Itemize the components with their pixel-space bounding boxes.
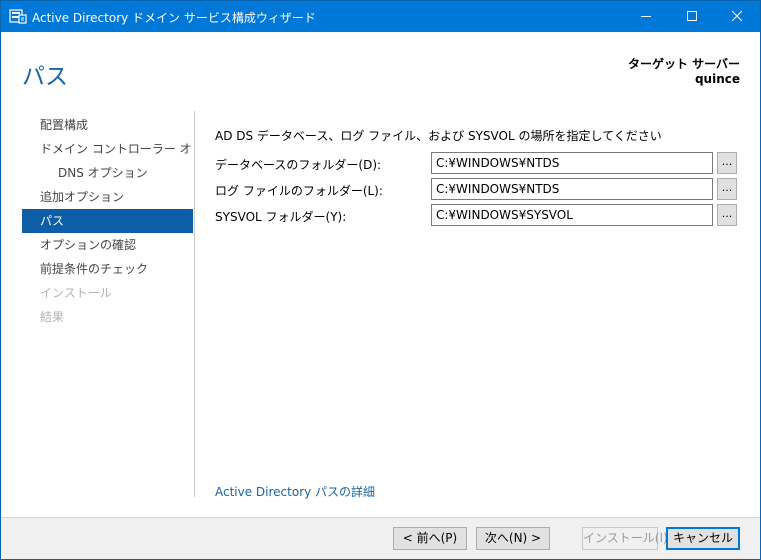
database-folder-input[interactable] (431, 152, 713, 174)
minimize-button[interactable] (623, 1, 669, 32)
nav-item-dns-options[interactable]: DNS オプション (22, 161, 193, 185)
nav-item-prerequisites-check[interactable]: 前提条件のチェック (22, 257, 193, 281)
sysvol-folder-browse-button[interactable]: ... (717, 204, 737, 226)
title-bar[interactable]: Active Directory ドメイン サービス構成ウィザード (1, 1, 760, 32)
log-folder-label: ログ ファイルのフォルダー(L): (215, 184, 383, 198)
log-folder-browse-button[interactable]: ... (717, 178, 737, 200)
wizard-step-nav: 配置構成 ドメイン コントローラー オプシ... DNS オプション 追加オプシ… (22, 113, 193, 329)
nav-item-results: 結果 (40, 310, 65, 324)
nav-item-paths[interactable]: パス (22, 209, 193, 233)
sysvol-folder-input[interactable] (431, 204, 713, 226)
log-folder-input[interactable] (431, 178, 713, 200)
nav-item-additional-options[interactable]: 追加オプション (22, 185, 193, 209)
install-button: インストール(I) (582, 527, 668, 550)
sysvol-folder-label: SYSVOL フォルダー(Y): (215, 210, 347, 224)
next-button[interactable]: 次へ(N) > (476, 527, 550, 550)
close-icon (732, 11, 742, 21)
paths-details-link[interactable]: Active Directory パスの詳細 (215, 483, 375, 500)
maximize-button[interactable] (669, 1, 715, 32)
target-server-label: ターゲット サーバー (627, 57, 740, 71)
nav-item-installation: インストール (40, 286, 112, 300)
target-server-name: quince (694, 72, 740, 86)
nav-divider (194, 111, 195, 497)
minimize-icon (641, 16, 651, 17)
instruction-text: AD DS データベース、ログ ファイル、および SYSVOL の場所を指定して… (215, 129, 662, 143)
previous-button[interactable]: < 前へ(P) (393, 527, 467, 550)
nav-item-dc-options[interactable]: ドメイン コントローラー オプシ... (22, 137, 193, 161)
wizard-window: Active Directory ドメイン サービス構成ウィザード パス ターゲ… (0, 0, 761, 560)
nav-item-deployment-configuration[interactable]: 配置構成 (22, 113, 193, 137)
cancel-button[interactable]: キャンセル (666, 527, 740, 550)
database-folder-label: データベースのフォルダー(D): (215, 158, 382, 172)
server-wizard-icon (9, 8, 27, 24)
nav-item-review-options[interactable]: オプションの確認 (22, 233, 193, 257)
page-title: パス (22, 64, 68, 90)
close-button[interactable] (714, 1, 760, 32)
maximize-icon (687, 11, 697, 21)
window-title: Active Directory ドメイン サービス構成ウィザード (32, 11, 316, 25)
database-folder-browse-button[interactable]: ... (717, 152, 737, 174)
